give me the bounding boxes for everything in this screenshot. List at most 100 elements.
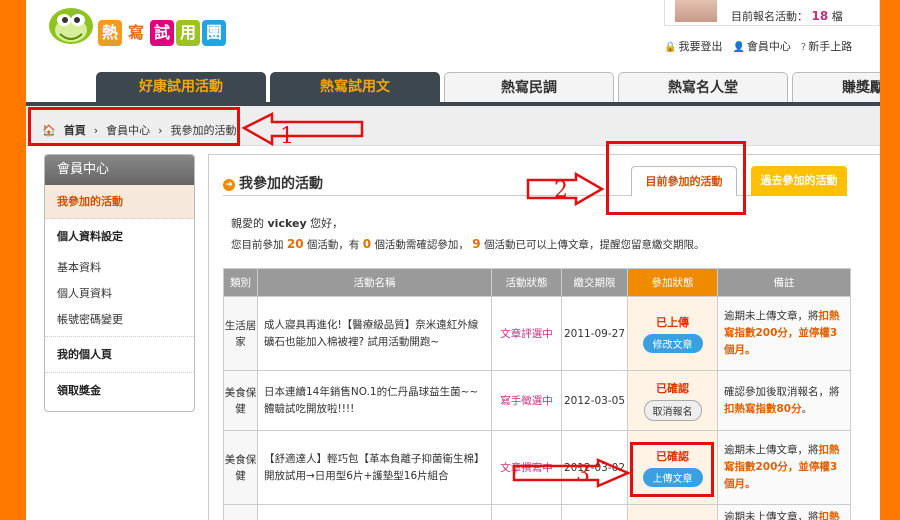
table-header-row: 類別 活動名稱 活動狀態 繳交期限 參加狀態 備註	[223, 268, 851, 297]
cell-activity-name[interactable]: 成人寢具再進化!【醫療級品質】奈米遠紅外線礦石也能加入棉被裡? 試用活動開跑~	[257, 296, 492, 371]
cell-deadline: 2011-09-27	[561, 296, 628, 371]
member-center-link[interactable]: 👤 會員中心	[732, 38, 790, 54]
main-nav-tabs: 好康試用活動 熱寫試用文 熱寫民調 熱寫名人堂 賺獎勵秘技	[96, 72, 880, 102]
join-state-label: 已上傳	[656, 316, 689, 329]
column-header-join-status: 參加狀態	[627, 268, 718, 297]
newbie-guide-link[interactable]: ? 新手上路	[801, 38, 852, 54]
tab-reward-tips[interactable]: 賺獎勵秘技	[792, 72, 880, 102]
logo-char: 熱	[98, 20, 122, 46]
column-header-activity-status: 活動狀態	[491, 268, 562, 297]
user-info-box: 目前報名活動： 18 檔	[664, 0, 880, 26]
column-header-category: 類別	[223, 268, 258, 297]
cancel-registration-button[interactable]: 取消報名	[643, 400, 702, 421]
annotation-number-1: 1	[280, 124, 294, 149]
cell-activity-name[interactable]	[257, 504, 492, 520]
cell-activity-status	[491, 504, 562, 520]
summary-text: 個活動已可以上傳文章，提醒您留意繳交期限。	[483, 239, 705, 251]
table-row: 美食保健 日本連續14年銷售NO.1的仁丹晶球益生菌~~體驗試吃開放啦!!!! …	[223, 370, 851, 431]
cell-join-status: 已確認 取消報名	[627, 370, 718, 431]
tab-trial-activities[interactable]: 好康試用活動	[96, 72, 266, 102]
greeting: 親愛的 vickey 您好，	[231, 215, 343, 231]
username: vickey	[267, 217, 307, 230]
cell-note: 逾期未上傳文章，將扣熱寫指數200分，並停權3個月。	[717, 296, 851, 371]
annotation-box-1	[28, 107, 240, 146]
summary-text: 個活動需確認參加，	[374, 239, 469, 251]
table-row: 生活居家 成人寢具再進化!【醫療級品質】奈米遠紅外線礦石也能加入棉被裡? 試用活…	[223, 296, 851, 371]
sidebar-item-claim-bonus[interactable]: 領取獎金	[45, 373, 194, 409]
annotation-box-2	[606, 141, 746, 215]
help-icon: ?	[800, 42, 807, 53]
avatar[interactable]	[675, 0, 717, 22]
arrow-circle-icon: ➜	[223, 179, 235, 191]
column-header-notes: 備註	[717, 268, 851, 297]
cell-join-status: 已上傳 修改文章	[627, 296, 718, 371]
cell-note: 逾期未上傳文章，將扣熱	[717, 504, 851, 520]
logout-link[interactable]: 🔒 我要登出	[664, 38, 722, 54]
page-title: ➜ 我參加的活動	[223, 173, 323, 193]
cell-activity-name[interactable]: 日本連續14年銷售NO.1的仁丹晶球益生菌~~體驗試吃開放啦!!!!	[257, 370, 492, 431]
summary-upload-count: 9	[472, 237, 481, 251]
note-highlight: 扣熱	[818, 511, 840, 520]
registration-count-label: 目前報名活動：	[731, 10, 808, 23]
note-text: 逾期未上傳文章，將	[724, 310, 819, 322]
note-text: 逾期未上傳文章，將	[724, 511, 819, 520]
monkey-logo-icon[interactable]	[44, 4, 99, 49]
registration-count-value: 18	[811, 9, 829, 23]
note-text: 逾期未上傳文章，將	[724, 444, 819, 456]
column-header-activity-name: 活動名稱	[257, 268, 492, 297]
sidebar-item-personal-page-info[interactable]: 個人頁資料	[45, 281, 194, 307]
cell-category: 生活居家	[223, 296, 258, 371]
cell-join-status	[627, 504, 718, 520]
sidebar: 會員中心 我參加的活動 個人資料設定 基本資料 個人頁資料 帳號密碼變更 我的個…	[44, 154, 195, 412]
tab-polls[interactable]: 熱寫民調	[444, 72, 614, 102]
annotation-number-2: 2	[554, 178, 568, 203]
cell-category: 美食保健	[223, 370, 258, 431]
logout-label: 我要登出	[678, 40, 723, 53]
sidebar-item-my-page[interactable]: 我的個人頁	[45, 337, 194, 373]
participation-summary: 您目前參加 20 個活動，有 0 個活動需確認參加， 9 個活動已可以上傳文章，…	[231, 237, 704, 252]
lock-icon: 🔒	[664, 42, 677, 53]
tab-trial-articles[interactable]: 熱寫試用文	[270, 72, 440, 102]
note-text-end: 。	[801, 402, 813, 415]
logo-char: 用	[176, 20, 200, 46]
edit-article-button[interactable]: 修改文章	[642, 334, 703, 353]
summary-total-count: 20	[286, 237, 304, 251]
annotation-number-3: 3	[576, 462, 590, 487]
sidebar-item-profile-settings[interactable]: 個人資料設定	[45, 219, 194, 255]
sidebar-item-basic-info[interactable]: 基本資料	[45, 255, 194, 281]
person-icon: 👤	[732, 42, 745, 53]
cell-activity-status: 文章評選中	[491, 296, 562, 371]
cell-activity-name[interactable]: 【舒適達人】輕巧包【革本負離子抑菌衛生棉】開放試用→日用型6片+護墊型16片組合	[257, 430, 492, 505]
sidebar-title: 會員中心	[45, 155, 194, 185]
summary-text: 您目前參加	[231, 239, 284, 251]
annotation-box-3	[630, 442, 714, 497]
summary-confirm-count: 0	[362, 237, 372, 251]
note-highlight: 扣熱寫指數80分	[724, 402, 802, 415]
page: 熱 寫 試 用 團 目前報名活動： 18 檔 🔒 我要登出 👤 會員中心 ? 新手上路…	[26, 0, 880, 520]
logo-char: 寫	[124, 20, 148, 46]
logo-char: 試	[150, 20, 174, 46]
note-text: 確認參加後取消報名，將	[724, 385, 840, 398]
cell-deadline: 2012-03-05	[561, 370, 628, 431]
cell-category: 美食保健	[223, 430, 258, 505]
column-header-deadline: 繳交期限	[561, 268, 628, 297]
cell-category	[223, 504, 258, 520]
sidebar-item-password-change[interactable]: 帳號密碼變更	[45, 307, 194, 337]
cell-note: 逾期未上傳文章，將扣熱寫指數200分，並停權3個月。	[717, 430, 851, 505]
annotation-arrow-1	[241, 111, 364, 147]
logo-char: 團	[202, 20, 226, 46]
greeting-prefix: 親愛的	[231, 217, 264, 230]
member-center-label: 會員中心	[746, 40, 791, 53]
tab-hall-of-fame[interactable]: 熱寫名人堂	[618, 72, 788, 102]
registration-count-unit: 檔	[831, 10, 843, 23]
annotation-arrow-3	[512, 458, 632, 488]
cell-note: 確認參加後取消報名，將扣熱寫指數80分。	[717, 370, 851, 431]
sidebar-item-my-activities[interactable]: 我參加的活動	[45, 185, 194, 219]
cell-activity-status: 寫手徵選中	[491, 370, 562, 431]
top-links: 🔒 我要登出 👤 會員中心 ? 新手上路	[664, 38, 852, 54]
tab-past-activities[interactable]: 過去參加的活動	[751, 166, 847, 196]
newbie-guide-label: 新手上路	[808, 40, 853, 53]
table-row: 逾期未上傳文章，將扣熱	[223, 504, 851, 520]
cell-deadline	[561, 504, 628, 520]
logo-text[interactable]: 熱 寫 試 用 團	[98, 20, 226, 46]
